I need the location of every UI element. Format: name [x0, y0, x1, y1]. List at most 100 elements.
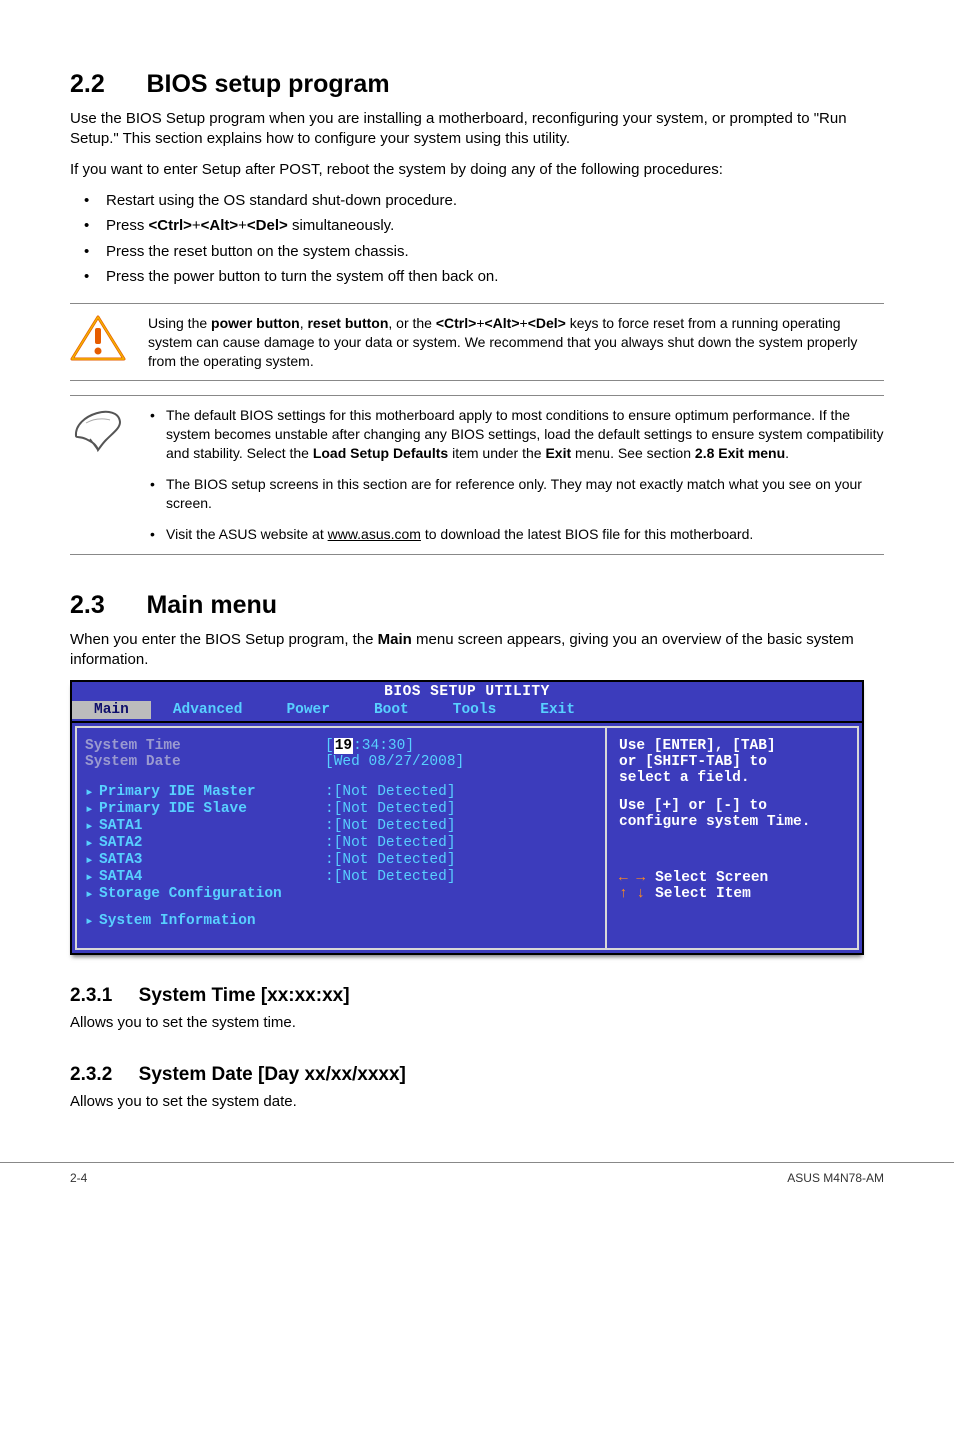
key: <Alt>: [201, 217, 239, 234]
section-number: 2.3: [70, 591, 105, 619]
sata2-label: SATA2: [99, 835, 325, 852]
note-icon: [70, 396, 148, 464]
text: .: [785, 445, 789, 461]
submenu-arrow-icon: ▸: [85, 869, 99, 886]
section-heading: 2.3 Main menu: [70, 591, 884, 620]
tab-exit: Exit: [518, 701, 597, 719]
system-info-label: System Information: [99, 913, 325, 930]
text: <Del>: [528, 315, 566, 331]
bios-screenshot: BIOS SETUP UTILITY Main Advanced Power B…: [70, 680, 864, 955]
subsection-number: 2.3.2: [70, 1064, 112, 1085]
subsection-title: System Time [xx:xx:xx]: [139, 985, 350, 1006]
subsection-title: System Date [Day xx/xx/xxxx]: [139, 1064, 406, 1085]
paragraph: Allows you to set the system date.: [70, 1092, 884, 1112]
highlighted-hour: 19: [334, 738, 353, 754]
list-item: The BIOS setup screens in this section a…: [148, 475, 884, 513]
submenu-arrow-icon: ▸: [85, 818, 99, 835]
text: , or the: [388, 315, 435, 331]
list-item: The default BIOS settings for this mothe…: [148, 406, 884, 463]
subsection-number: 2.3.1: [70, 985, 112, 1006]
storage-config-label: Storage Configuration: [99, 886, 325, 903]
text: 2.8 Exit menu: [695, 445, 785, 461]
paragraph: If you want to enter Setup after POST, r…: [70, 160, 884, 180]
link-text: www.asus.com: [328, 526, 421, 542]
help-text: Use [ENTER], [TAB]: [619, 738, 847, 754]
system-time-label: System Time: [85, 738, 325, 754]
key-hint: ← → Select Screen: [619, 870, 847, 886]
tab-boot: Boot: [352, 701, 431, 719]
bios-title: BIOS SETUP UTILITY: [72, 682, 862, 701]
text: +: [520, 315, 528, 331]
text: Visit the ASUS website at: [166, 526, 328, 542]
text: menu. See section: [571, 445, 695, 461]
ide-master-value: :[Not Detected]: [325, 784, 456, 801]
note-callout: The default BIOS settings for this mothe…: [70, 395, 884, 554]
tab-advanced: Advanced: [151, 701, 265, 719]
text: Main: [378, 631, 412, 648]
system-date-value: [Wed 08/27/2008]: [325, 754, 464, 770]
help-text: select a field.: [619, 770, 847, 786]
text: Select Item: [655, 886, 751, 902]
page-footer: 2-4 ASUS M4N78-AM: [0, 1162, 954, 1215]
text: to download the latest BIOS file for thi…: [421, 526, 753, 542]
text: :34:30]: [353, 738, 414, 754]
help-text: configure system Time.: [619, 814, 847, 830]
text: +: [476, 315, 484, 331]
arrow-lr-icon: ← →: [619, 870, 645, 886]
help-text: or [SHIFT-TAB] to: [619, 754, 847, 770]
sata1-label: SATA1: [99, 818, 325, 835]
system-date-label: System Date: [85, 754, 325, 770]
sata4-value: :[Not Detected]: [325, 869, 456, 886]
text: <Alt>: [485, 315, 520, 331]
sata2-value: :[Not Detected]: [325, 835, 456, 852]
key-hint: ↑ ↓ Select Item: [619, 886, 847, 902]
section-number: 2.2: [70, 70, 105, 98]
list-item: Press the reset button on the system cha…: [70, 241, 884, 264]
tab-tools: Tools: [431, 701, 519, 719]
bios-help-panel: Use [ENTER], [TAB] or [SHIFT-TAB] to sel…: [607, 726, 859, 950]
submenu-arrow-icon: ▸: [85, 886, 99, 903]
text: <Ctrl>: [436, 315, 476, 331]
list-item: Press the power button to turn the syste…: [70, 266, 884, 289]
text: Select Screen: [655, 870, 768, 886]
list-item: Visit the ASUS website at www.asus.com t…: [148, 525, 884, 544]
subsection-heading: 2.3.1 System Time [xx:xx:xx]: [70, 985, 884, 1007]
text: power button: [211, 315, 300, 331]
text: reset button: [307, 315, 388, 331]
key: <Del>: [247, 217, 288, 234]
list-item: Restart using the OS standard shut-down …: [70, 190, 884, 213]
text: Load Setup Defaults: [313, 445, 448, 461]
submenu-arrow-icon: ▸: [85, 852, 99, 869]
page-number: 2-4: [70, 1171, 87, 1185]
section-title: BIOS setup program: [146, 70, 389, 98]
sata4-label: SATA4: [99, 869, 325, 886]
bios-main-panel: System Time [19:34:30] System Date [Wed …: [75, 726, 607, 950]
arrow-ud-icon: ↑ ↓: [619, 886, 645, 902]
sata3-value: :[Not Detected]: [325, 852, 456, 869]
system-time-value: [19:34:30]: [325, 738, 414, 754]
tab-power: Power: [264, 701, 352, 719]
product-name: ASUS M4N78-AM: [787, 1171, 884, 1185]
ide-master-label: Primary IDE Master: [99, 784, 325, 801]
text: [: [325, 738, 334, 754]
submenu-arrow-icon: ▸: [85, 801, 99, 818]
paragraph: Use the BIOS Setup program when you are …: [70, 109, 884, 150]
warning-icon: [70, 304, 148, 372]
submenu-arrow-icon: ▸: [85, 913, 99, 930]
submenu-arrow-icon: ▸: [85, 835, 99, 852]
section-heading: 2.2 BIOS setup program: [70, 70, 884, 99]
text: +: [238, 217, 247, 234]
text: +: [192, 217, 201, 234]
bios-tabs: Main Advanced Power Boot Tools Exit: [72, 701, 862, 721]
submenu-arrow-icon: ▸: [85, 784, 99, 801]
section-title: Main menu: [146, 591, 277, 619]
text: Exit: [545, 445, 571, 461]
warning-callout: Using the power button, reset button, or…: [70, 303, 884, 382]
ide-slave-label: Primary IDE Slave: [99, 801, 325, 818]
ide-slave-value: :[Not Detected]: [325, 801, 456, 818]
note-text: The default BIOS settings for this mothe…: [148, 396, 884, 553]
text: simultaneously.: [288, 217, 394, 234]
text: Press: [106, 217, 149, 234]
warning-text: Using the power button, reset button, or…: [148, 304, 884, 381]
text: item under the: [448, 445, 545, 461]
